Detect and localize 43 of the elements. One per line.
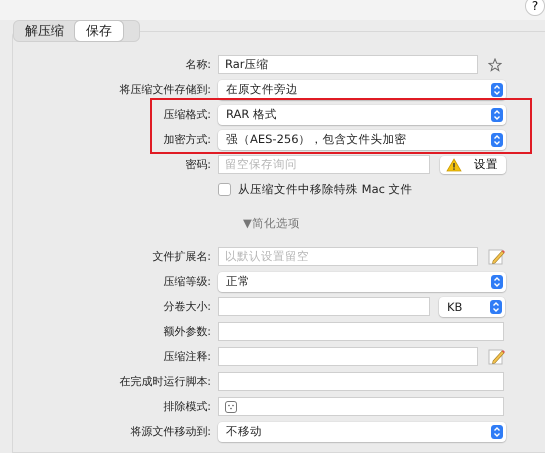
field-label: 加密方式:: [163, 132, 211, 147]
field-label: 将压缩文件存储到:: [119, 82, 211, 97]
disclosure-toggle[interactable]: ▼简化选项: [243, 216, 300, 230]
stepper-icon: [491, 132, 503, 146]
dropdown[interactable]: RAR 格式: [218, 104, 506, 124]
tab[interactable]: 解压缩: [14, 21, 75, 41]
pencil-icon: [488, 248, 506, 266]
stepper-icon: [491, 424, 503, 438]
field-label: 密码:: [185, 157, 211, 172]
input-field[interactable]: [218, 397, 504, 416]
dropdown[interactable]: 不移动: [218, 422, 506, 442]
stepper-icon: [491, 274, 503, 288]
stepper-icon: [491, 108, 503, 122]
warning-icon: [446, 158, 462, 172]
star-icon: [488, 58, 502, 72]
input-field[interactable]: [218, 347, 478, 366]
unit-select[interactable]: KB: [439, 296, 505, 316]
field-label: 压缩等级:: [163, 274, 211, 289]
field-label: 压缩格式:: [163, 107, 211, 122]
field-label: 文件扩展名:: [152, 249, 211, 264]
dropdown[interactable]: 在原文件旁边: [218, 80, 506, 100]
input-field[interactable]: [218, 322, 504, 341]
dropdown[interactable]: 强（AES-256），包含文件头加密: [218, 130, 506, 150]
field-label: 额外参数:: [163, 324, 211, 339]
input-field[interactable]: [218, 297, 430, 316]
token-icon: [225, 400, 237, 412]
checkbox[interactable]: [218, 183, 231, 196]
field-label: 将源文件移动到:: [130, 424, 211, 439]
pencil-icon: [488, 348, 506, 366]
help-button[interactable]: ?: [525, 0, 545, 16]
field-label: 排除模式:: [163, 399, 211, 414]
stepper-icon: [491, 82, 503, 96]
field-label: 在完成时运行脚本:: [119, 374, 211, 389]
dropdown[interactable]: 正常: [218, 272, 506, 292]
checkbox-label: 从压缩文件中移除特殊 Mac 文件: [238, 182, 413, 197]
tab[interactable]: 保存: [75, 21, 123, 41]
field-label: 分卷大小:: [163, 299, 211, 314]
input-field[interactable]: Rar压缩: [218, 55, 478, 74]
field-label: 名称:: [185, 57, 211, 72]
stepper-icon: [490, 300, 502, 314]
field-label: 压缩注释:: [163, 349, 211, 364]
set-button[interactable]: 设置: [440, 156, 506, 174]
input-field[interactable]: [218, 372, 504, 391]
